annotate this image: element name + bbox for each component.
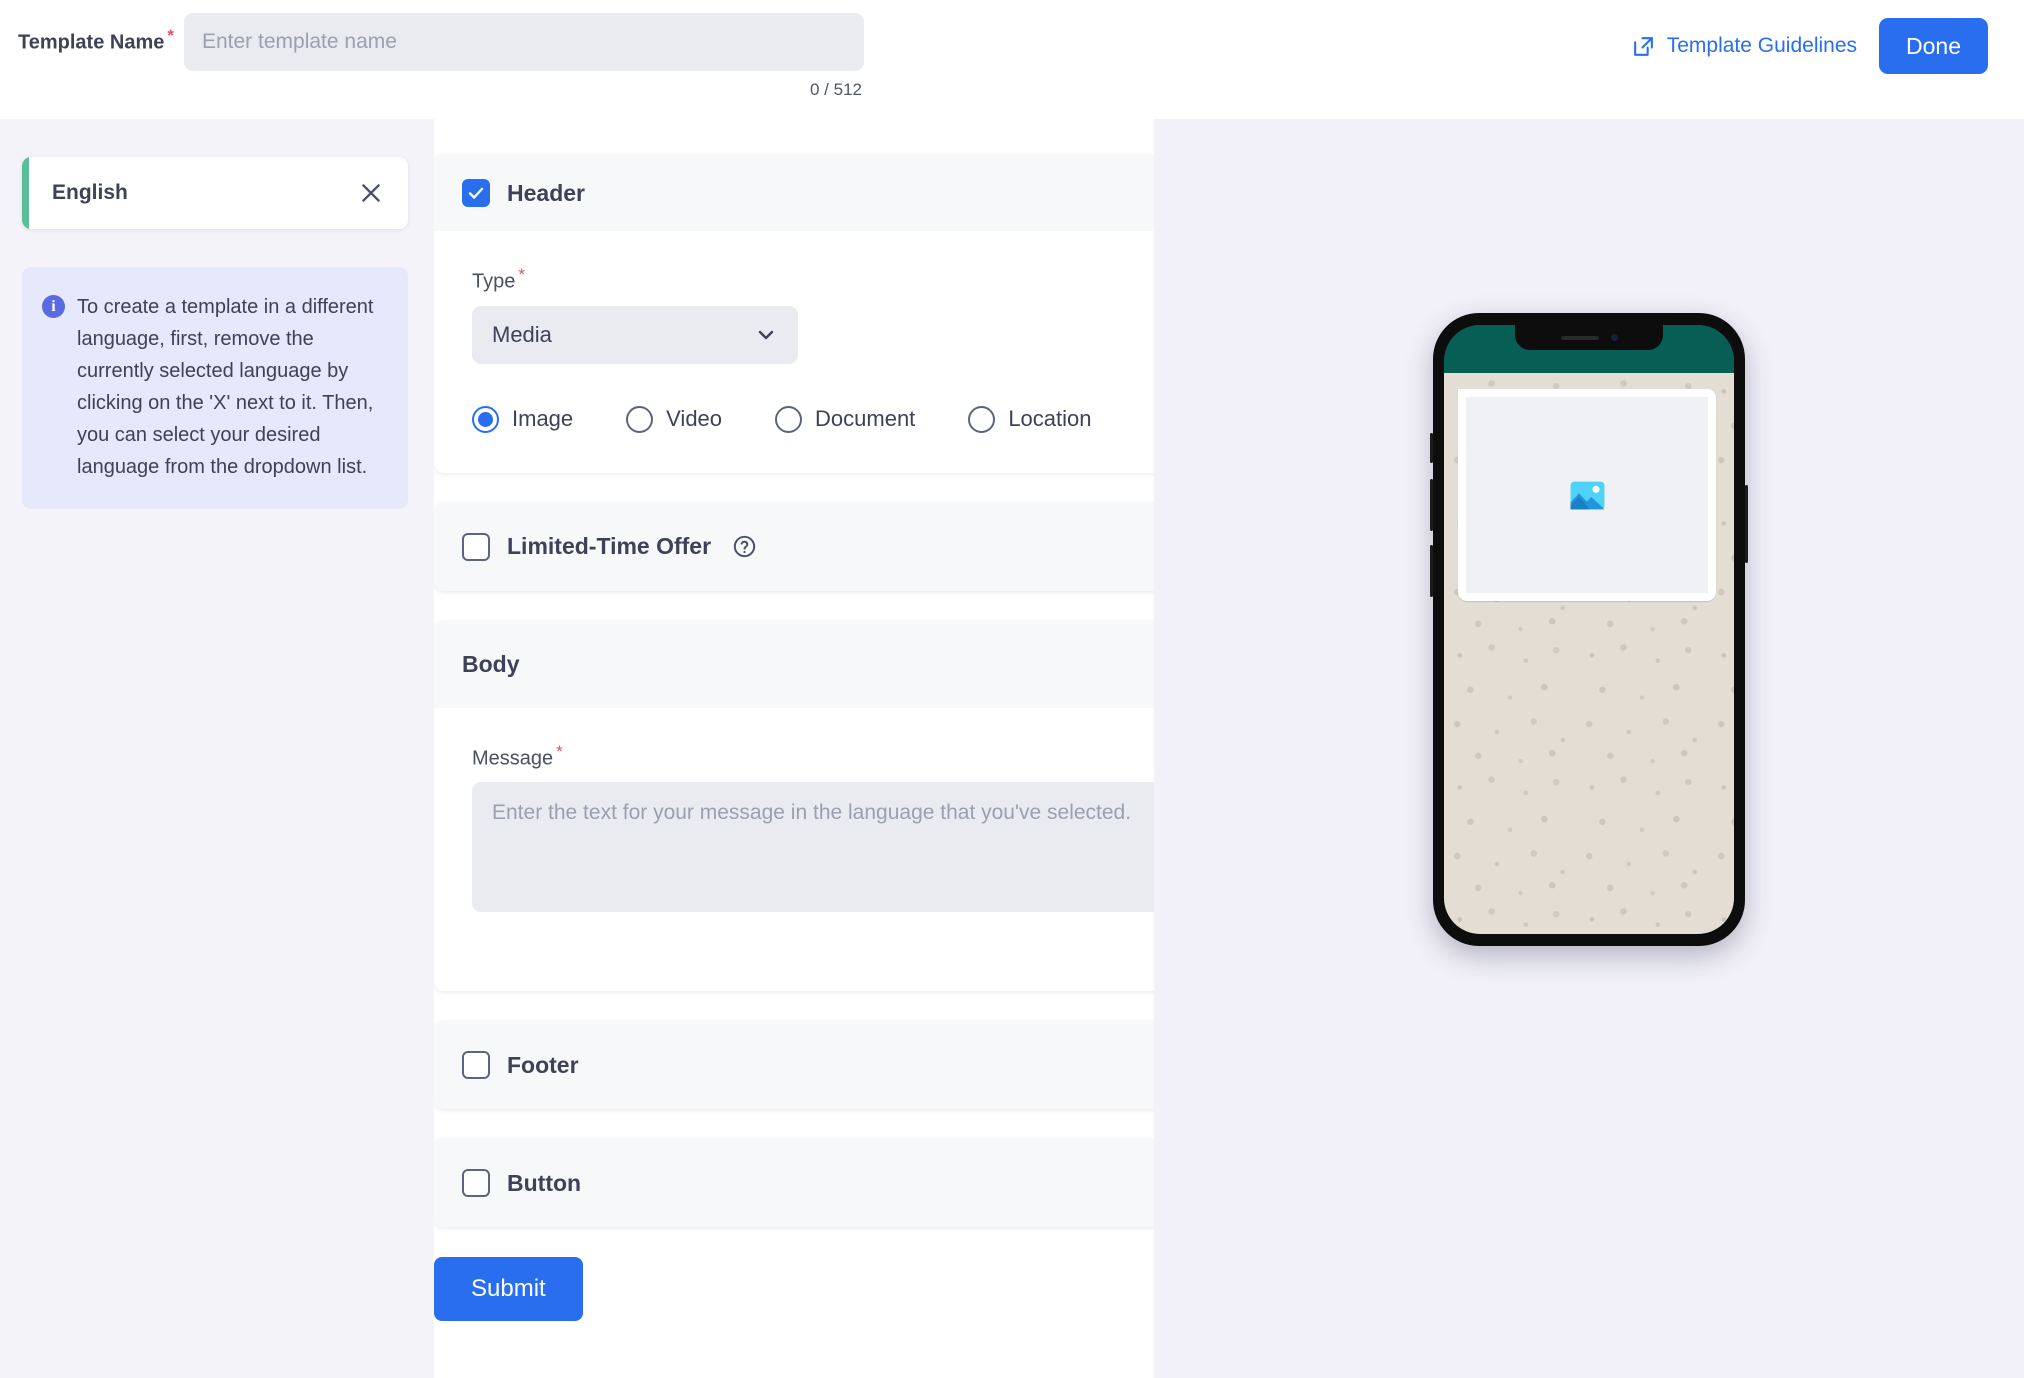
preview-panel [1154,119,2024,1378]
body-section-title: Body [462,650,520,677]
radio-video-label: Video [666,406,723,432]
close-icon[interactable] [358,180,384,206]
radio-location-label: Location [1008,406,1092,432]
language-card[interactable]: English [22,157,408,229]
template-name-field-col: 0 / 512 [183,13,864,100]
message-required-asterisk: * [556,741,563,761]
external-link-icon [1631,34,1656,59]
form-column: Header Type * Media Image Video Document… [434,119,1154,1378]
phone-notch [1515,325,1663,350]
body-section-card: Body Message* 0 / 1024 [434,620,1154,992]
body-section-body: Message* 0 / 1024 [434,707,1154,992]
limited-time-offer-checkbox[interactable] [462,532,490,561]
template-guidelines-link[interactable]: Template Guidelines [1631,34,1857,59]
button-section-head: Button [434,1139,1154,1228]
radio-option-document[interactable]: Document [775,405,916,433]
message-label: Message * [472,741,563,770]
template-name-counter: 0 / 512 [809,80,862,99]
language-sidebar: English i To create a template in a diff… [0,119,434,1378]
submit-button[interactable]: Submit [434,1257,583,1322]
footer-section-head: Footer [434,1021,1154,1110]
footer-section-card: Footer [434,1021,1154,1110]
template-editor-page: Template Name* 0 / 512 Template Guidelin… [0,0,2024,1378]
phone-screen [1444,325,1734,934]
type-required-asterisk: * [518,265,525,284]
radio-document-control[interactable] [775,405,803,433]
language-info-text: To create a template in a different lang… [77,296,374,478]
preview-message-bubble [1458,389,1716,601]
info-icon: i [42,295,65,318]
top-bar: Template Name* 0 / 512 Template Guidelin… [0,0,2024,119]
template-name-label: Template Name * [18,26,174,54]
chevron-down-icon [754,323,778,347]
form-stack: Header Type * Media Image Video Document… [434,155,1154,1322]
radio-option-video[interactable]: Video [626,405,723,433]
header-section-card: Header Type * Media Image Video Document… [434,155,1154,473]
header-section-body: Type * Media Image Video Document Locati… [434,231,1154,473]
media-type-radio-group: Image Video Document Location [472,405,1154,433]
language-info-box: i To create a template in a different la… [22,267,408,509]
language-accent-bar [22,157,29,229]
header-section-head: Header [434,155,1154,231]
phone-camera [1610,334,1618,341]
template-guidelines-label: Template Guidelines [1666,34,1858,57]
footer-checkbox[interactable] [462,1051,490,1080]
header-type-select[interactable]: Media [472,305,798,364]
header-type-value: Media [492,321,552,347]
help-circle-icon[interactable] [732,534,757,559]
chat-wallpaper [1444,373,1734,934]
radio-option-location[interactable]: Location [968,405,1092,433]
limited-time-offer-card: Limited-Time Offer [434,502,1154,591]
required-asterisk: * [167,26,174,45]
template-name-input[interactable] [183,13,864,71]
radio-document-label: Document [815,406,916,432]
button-section-card: Button [434,1139,1154,1228]
main-area: English i To create a template in a diff… [0,119,2024,1378]
done-button[interactable]: Done [1879,18,1988,74]
header-checkbox[interactable] [462,179,490,207]
header-section-title: Header [507,179,585,206]
radio-image-control[interactable] [472,405,499,433]
top-bar-actions: Template Guidelines Done [1631,0,1988,74]
phone-volume-down-button [1430,545,1433,597]
limited-time-offer-head: Limited-Time Offer [434,502,1154,591]
phone-power-button [1745,485,1748,563]
phone-speaker [1560,335,1599,340]
limited-time-offer-title: Limited-Time Offer [507,533,712,560]
radio-option-image[interactable]: Image [472,405,574,433]
footer-section-title: Footer [507,1051,579,1078]
radio-video-control[interactable] [626,405,654,433]
body-section-head: Body [434,620,1154,708]
button-section-title: Button [507,1169,582,1196]
image-placeholder-icon [1569,477,1606,514]
phone-mockup [1430,313,1748,946]
radio-image-label: Image [512,406,574,432]
type-label: Type * [472,265,525,293]
message-counter: 0 / 1024 [472,930,1154,951]
button-checkbox[interactable] [462,1169,490,1198]
radio-location-control[interactable] [968,405,996,433]
preview-media-placeholder [1466,397,1708,593]
language-name: English [52,181,128,204]
template-name-group: Template Name* 0 / 512 [18,0,864,100]
message-textarea[interactable] [472,782,1154,913]
